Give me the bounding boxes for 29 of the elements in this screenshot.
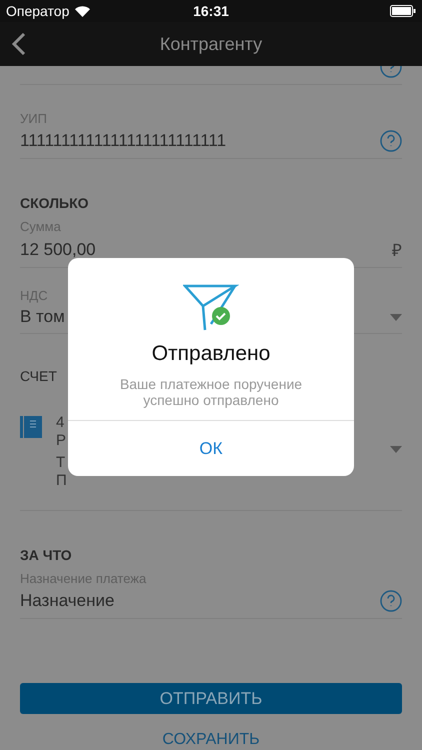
dropdown-caret-icon[interactable] <box>390 314 402 320</box>
field-value[interactable]: В том <box>20 307 65 327</box>
wifi-icon <box>75 6 90 16</box>
screen-title: Контрагенту <box>160 34 262 54</box>
currency-sign: ₽ <box>392 240 402 261</box>
ok-button[interactable]: ОК <box>68 420 354 476</box>
dropdown-caret-icon[interactable] <box>390 446 402 453</box>
field-value[interactable]: 12 500,00 <box>20 240 96 260</box>
dialog-title: Отправлено <box>152 342 270 366</box>
back-icon[interactable] <box>12 33 26 55</box>
field-value[interactable]: 1111111111111111111111111 <box>20 131 226 151</box>
section-heading: ЗА ЧТО <box>20 547 73 563</box>
help-icon[interactable] <box>380 130 402 152</box>
account-book-icon <box>20 416 42 438</box>
help-icon[interactable] <box>380 590 402 612</box>
status-time: 16:31 <box>193 3 229 19</box>
battery-icon <box>390 5 416 17</box>
account-detail: П <box>56 472 67 491</box>
account-detail: Р <box>56 432 67 451</box>
save-button[interactable]: СОХРАНИТЬ <box>156 730 266 750</box>
dialog-message: Ваше платежное поручение успешно отправлено <box>118 376 304 408</box>
section-heading: СЧЕТ <box>20 368 58 384</box>
send-button[interactable]: ОТПРАВИТЬ <box>20 683 402 714</box>
carrier-name: Оператор <box>6 3 70 19</box>
section-heading: СКОЛЬКО <box>20 195 90 211</box>
account-detail: 4 <box>56 414 66 432</box>
account-detail: Т <box>56 454 66 472</box>
field-value[interactable]: Назначение <box>20 591 114 611</box>
sent-plane-icon <box>183 284 239 332</box>
